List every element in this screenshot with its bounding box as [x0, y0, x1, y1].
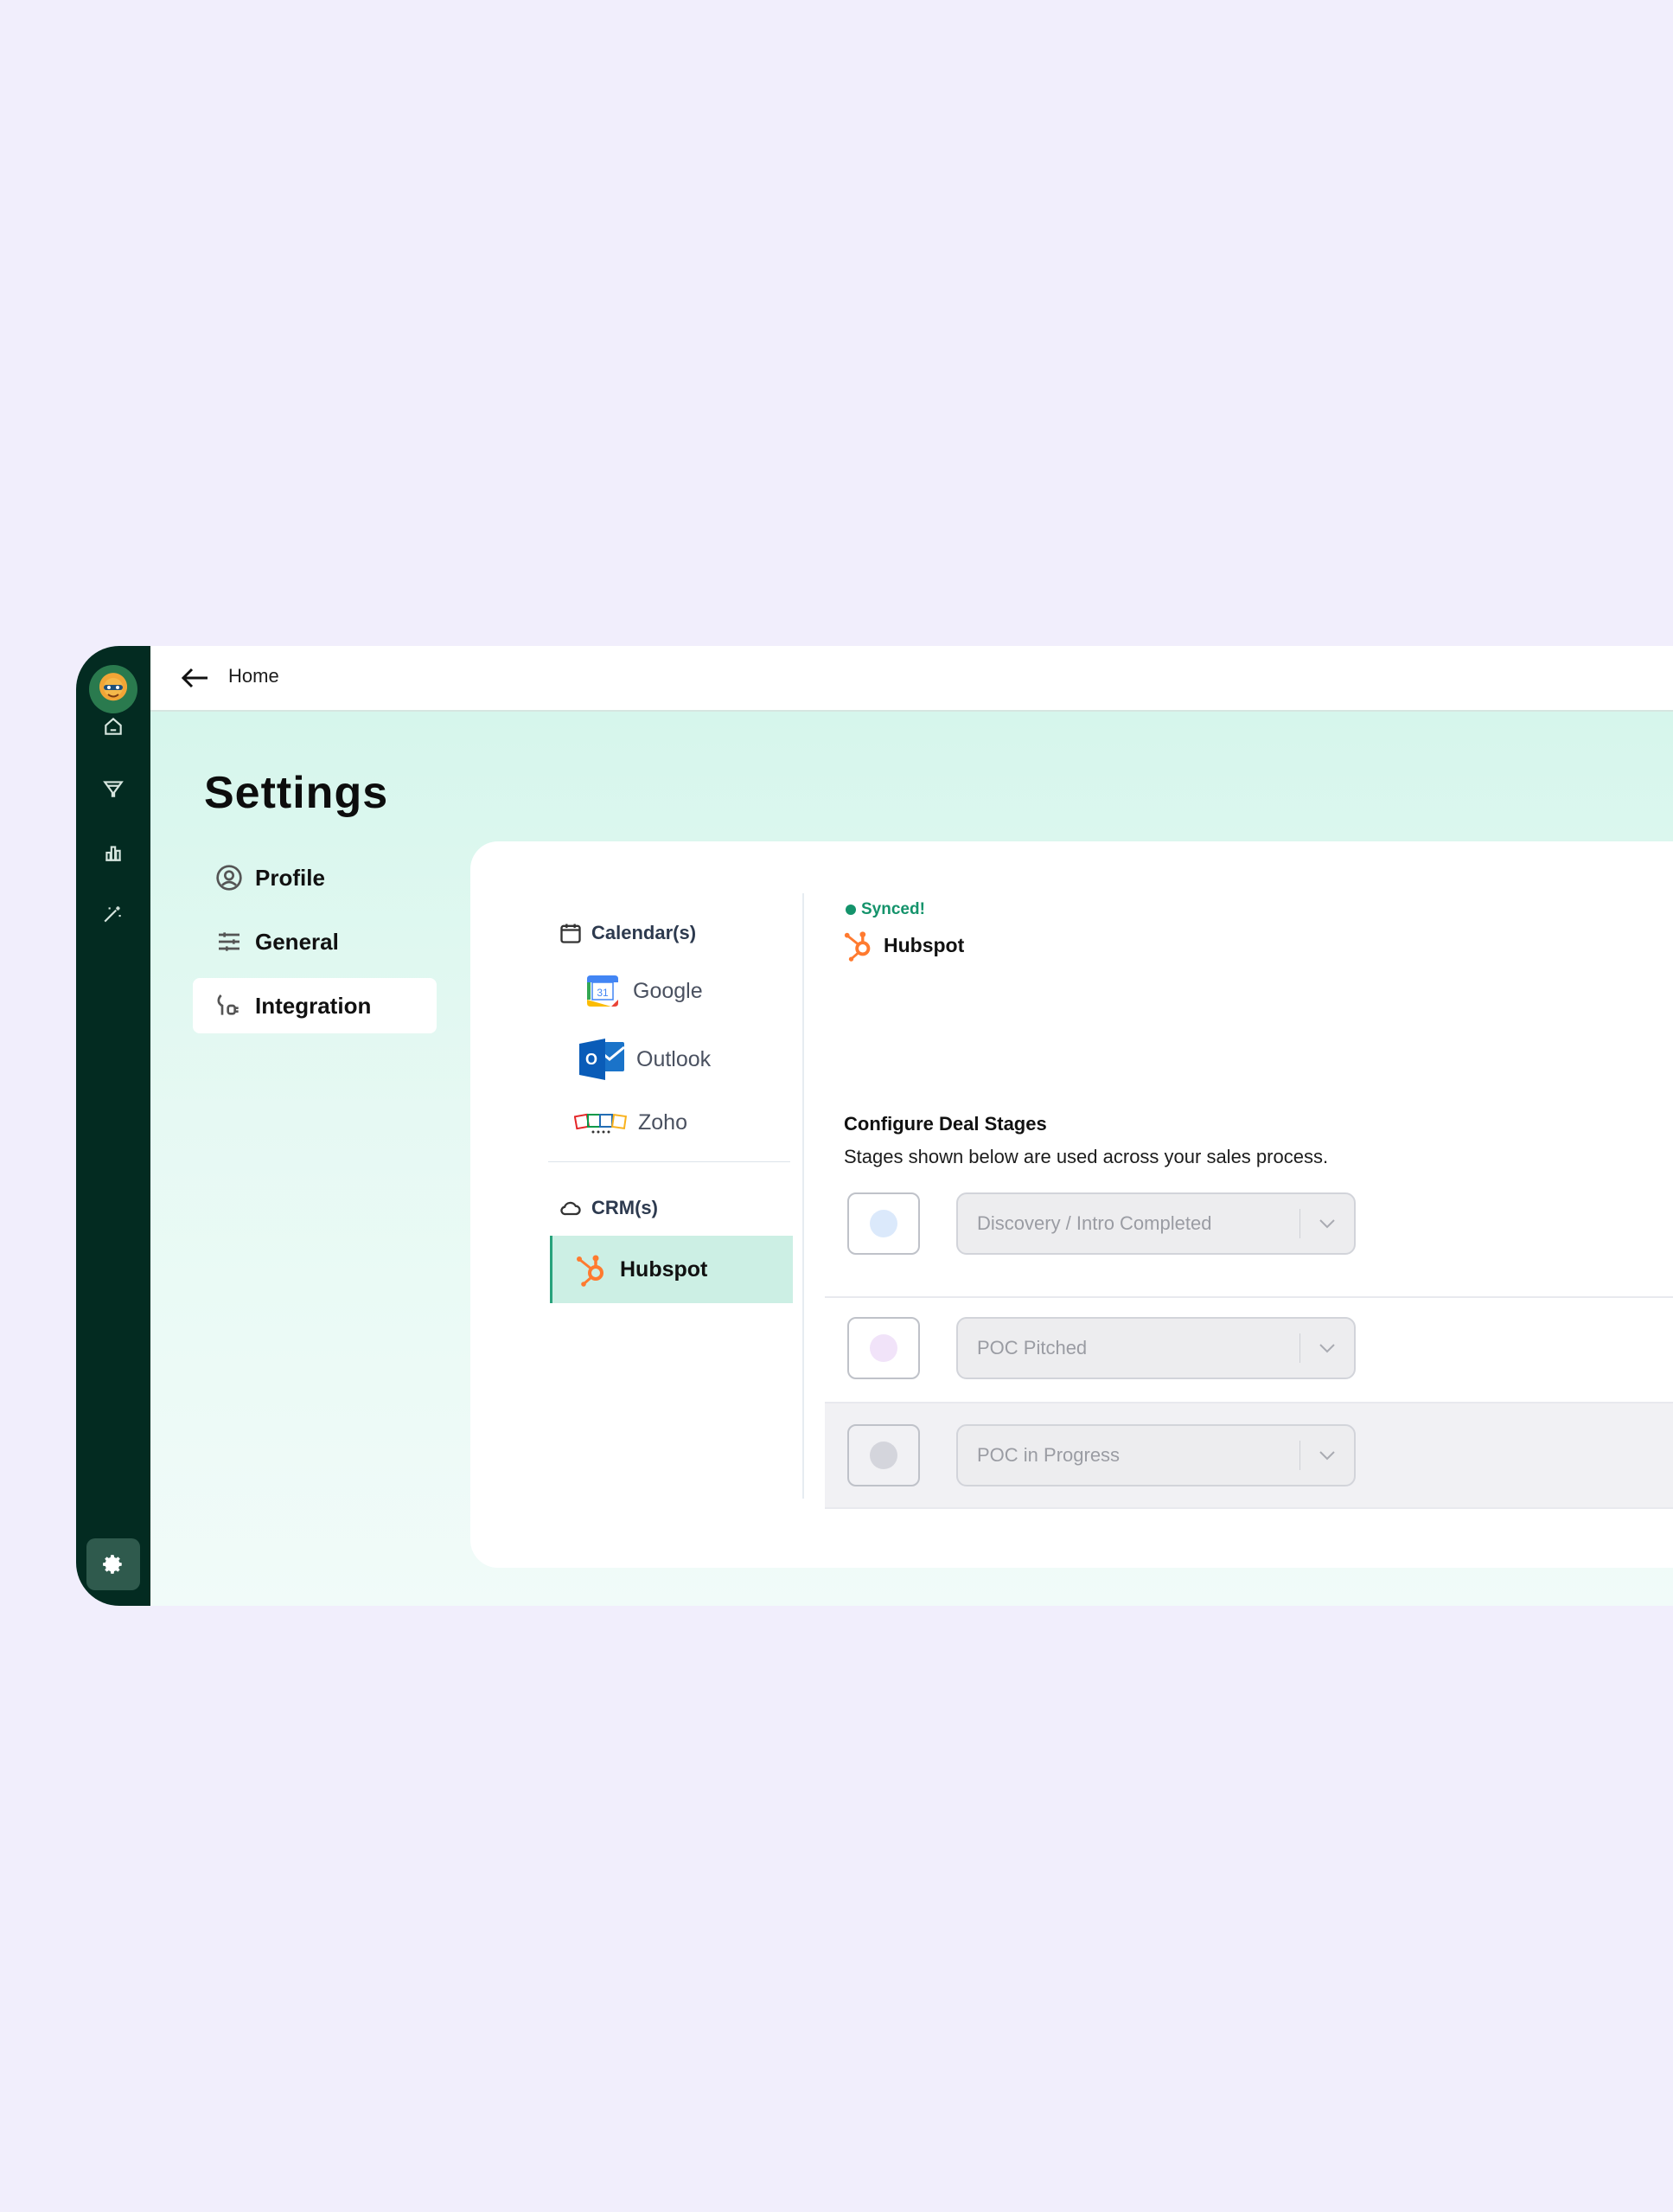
menu-item-label: General: [255, 928, 339, 955]
stage-color-picker[interactable]: [847, 1424, 920, 1486]
status-dot: [846, 905, 856, 915]
integration-panel: Calendar(s) 31 Google O Outlook Zoho CRM…: [470, 841, 1673, 1568]
stage-select-value: POC in Progress: [977, 1444, 1121, 1466]
stage-color-dot: [870, 1210, 897, 1237]
nav-rail: [76, 646, 150, 1606]
stage-select[interactable]: POC in Progress: [956, 1424, 1356, 1486]
chevron-down-icon[interactable]: [1300, 1450, 1354, 1461]
chevron-down-icon[interactable]: [1300, 1218, 1354, 1229]
calendar-item-label: Outlook: [636, 1046, 712, 1071]
list-divider: [548, 1161, 790, 1162]
settings-gear-button[interactable]: [86, 1538, 140, 1590]
google-calendar-icon: 31: [583, 971, 623, 1011]
config-subtitle: Stages shown below are used across your …: [844, 1146, 1329, 1167]
stage-select-value: Discovery / Intro Completed: [977, 1212, 1212, 1234]
crm-item-hubspot[interactable]: Hubspot: [550, 1236, 793, 1303]
zoho-icon: [574, 1103, 628, 1142]
app-logo[interactable]: [89, 665, 137, 713]
bar-chart-icon[interactable]: [100, 840, 126, 866]
home-icon[interactable]: [100, 713, 126, 739]
crm-detail-name: Hubspot: [884, 933, 965, 956]
user-circle-icon: [214, 862, 245, 893]
crm-item-label: Hubspot: [620, 1256, 708, 1282]
stage-color-dot: [870, 1334, 897, 1362]
calendar-item-zoho[interactable]: Zoho: [574, 1103, 687, 1142]
calendar-icon: [560, 924, 581, 943]
back-arrow-icon[interactable]: [180, 665, 209, 691]
svg-text:O: O: [585, 1051, 597, 1068]
stage-color-picker[interactable]: [847, 1317, 920, 1379]
stage-select[interactable]: Discovery / Intro Completed: [956, 1192, 1356, 1255]
top-bar: Home: [150, 646, 1673, 712]
app-window: Home Settings Profile General Integratio…: [76, 646, 1673, 1606]
svg-text:31: 31: [597, 987, 609, 999]
sync-status-label: Synced!: [861, 900, 925, 918]
menu-item-label: Profile: [255, 864, 325, 891]
panel-divider: [802, 893, 804, 1499]
hubspot-icon: [842, 928, 877, 962]
crms-header: CRM(s): [559, 1196, 658, 1220]
gear-icon: [103, 1555, 122, 1574]
menu-item-profile[interactable]: Profile: [193, 850, 437, 905]
calendars-header-label: Calendar(s): [591, 922, 697, 943]
stage-color-dot: [870, 1442, 897, 1469]
calendar-item-label: Google: [633, 978, 703, 1003]
outlook-icon: O: [578, 1035, 626, 1084]
breadcrumb-home[interactable]: Home: [228, 665, 279, 687]
sync-status-badge: Synced!: [846, 900, 925, 919]
sliders-icon: [214, 926, 245, 957]
calendar-item-google[interactable]: 31 Google: [583, 971, 703, 1011]
settings-content: Settings Profile General Integration Cal…: [150, 712, 1673, 1606]
stage-select-value: POC Pitched: [977, 1337, 1088, 1359]
deal-stage-row: Discovery / Intro Completed: [825, 1192, 1673, 1298]
menu-item-label: Integration: [255, 992, 372, 1019]
crm-detail-header: Hubspot: [842, 928, 964, 962]
cloud-icon: [560, 1201, 581, 1216]
deal-stage-row: POC Pitched: [825, 1298, 1673, 1403]
menu-item-general[interactable]: General: [193, 914, 437, 969]
stage-color-picker[interactable]: [847, 1192, 920, 1255]
calendar-item-outlook[interactable]: O Outlook: [578, 1035, 711, 1084]
menu-item-integration[interactable]: Integration: [193, 978, 437, 1033]
calendars-header: Calendar(s): [559, 921, 696, 945]
plug-icon: [214, 990, 245, 1021]
funnel-icon[interactable]: [100, 776, 126, 802]
stage-select[interactable]: POC Pitched: [956, 1317, 1356, 1379]
deal-stage-row: POC in Progress: [825, 1403, 1673, 1509]
crms-header-label: CRM(s): [591, 1197, 658, 1218]
calendar-item-label: Zoho: [638, 1109, 687, 1135]
hubspot-icon: [575, 1252, 610, 1287]
page-title: Settings: [204, 768, 389, 818]
config-title: Configure Deal Stages: [844, 1113, 1047, 1135]
chevron-down-icon[interactable]: [1300, 1343, 1354, 1353]
sparkle-wand-icon[interactable]: [100, 902, 126, 928]
